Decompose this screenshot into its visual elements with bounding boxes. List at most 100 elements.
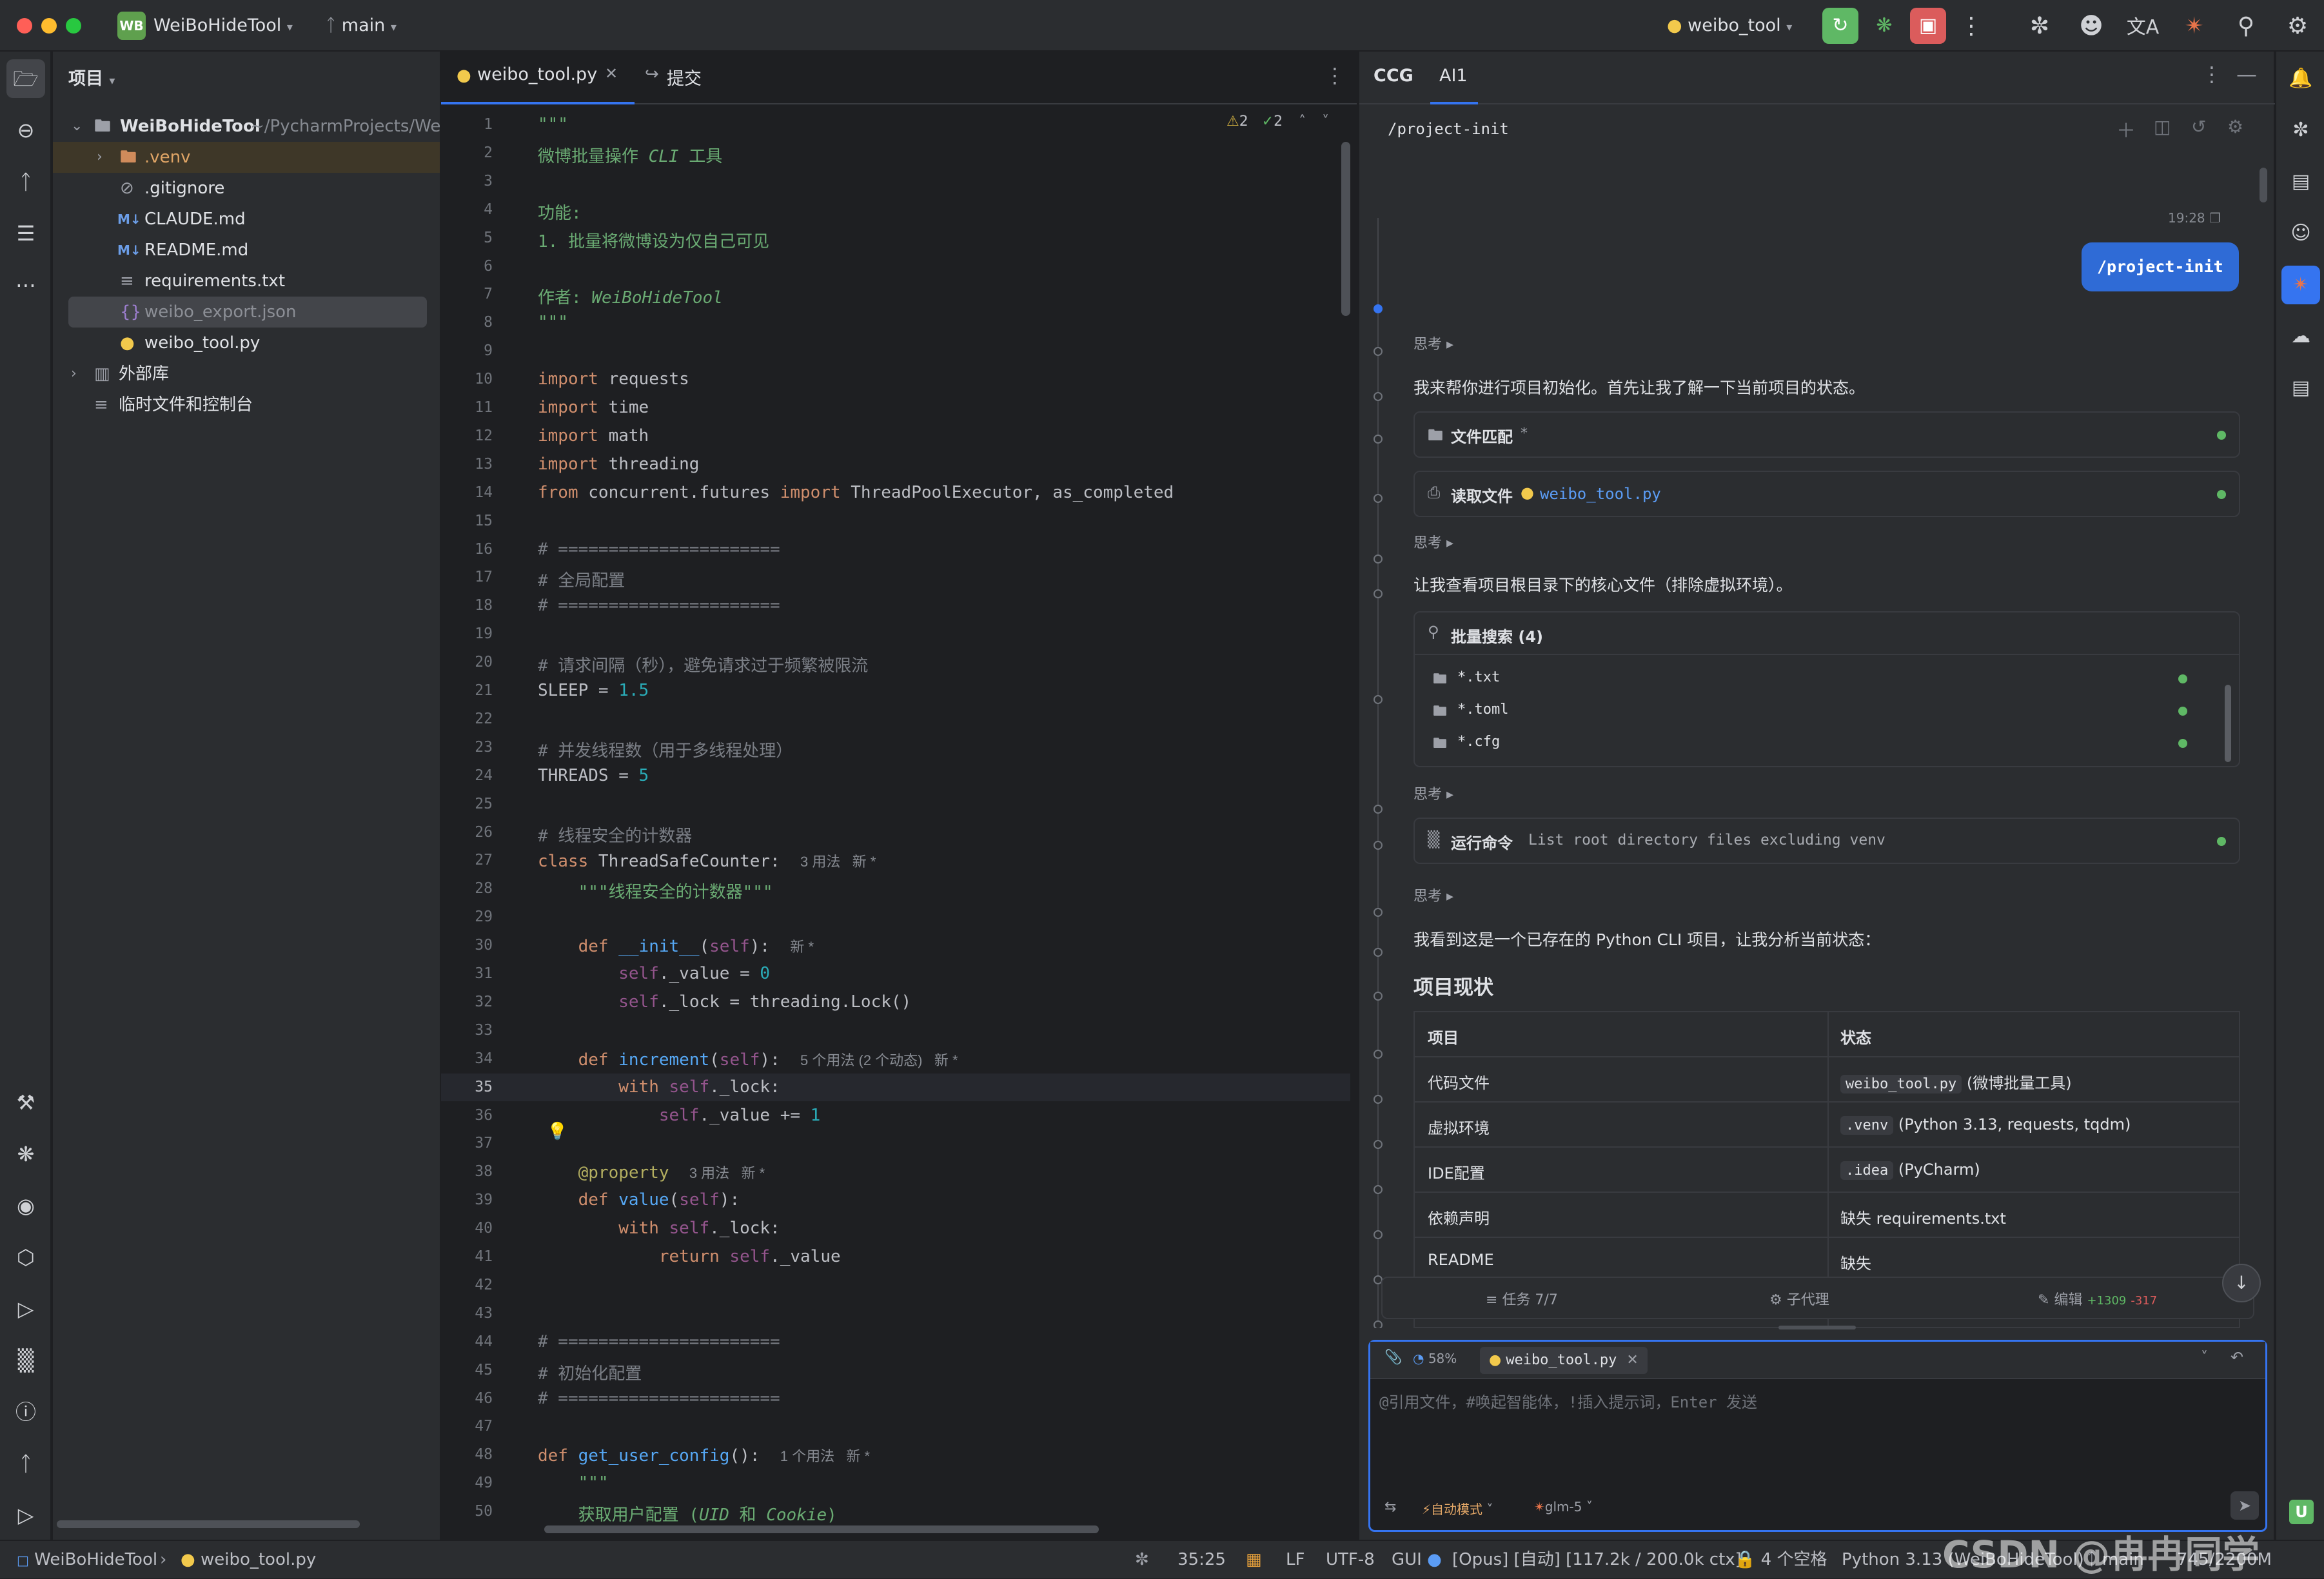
subagent-button[interactable]: ⚙ 子代理 [1769,1288,1829,1309]
tool-card-batch-search[interactable]: ⚲ 批量搜索 (4) 🖿 *.txt 🖿 *.toml 🖿 *.cfg [1413,611,2240,767]
stop-button[interactable]: ▣ [1910,8,1946,44]
tab-weibo-tool[interactable]: ● weibo_tool.py ✕ [441,52,635,104]
search-everywhere-button[interactable]: ⚲ [2229,9,2263,44]
more-tools-button[interactable]: ⋯ [6,266,45,304]
code-area[interactable]: 1 """ 2 微博批量操作 CLI 工具 3 4 功能: 5 1. 批量将微博设为仅自己可见 6… [441,106,1350,1524]
paperclip-icon[interactable]: 📎 [1384,1349,1402,1366]
gui-indicator[interactable]: GUI ● [1392,1541,1442,1578]
think-toggle[interactable]: 思考 ▸ [1413,783,1453,803]
editor-vertical-scrollbar[interactable] [1341,142,1350,316]
send-button[interactable]: ➤ [2230,1491,2259,1520]
ai-status-icon[interactable]: ✼ [1135,1541,1149,1578]
tree-item-external-libs[interactable]: › ▥ 外部库 [53,358,440,389]
run-services-button[interactable]: ▷ [6,1290,45,1328]
tab-commit[interactable]: ↪ 提交 [645,52,742,104]
tree-item-claude-md[interactable]: M↓ CLAUDE.md [53,204,440,235]
more-actions-button[interactable]: ⋮ [1954,9,1989,44]
ai-more-button[interactable]: ⋮ [2201,62,2222,86]
input-options-button[interactable]: ⇆ [1384,1499,1396,1515]
breadcrumb-project[interactable]: □ WeiBoHideTool [17,1541,157,1579]
tool-card-file-match[interactable]: 🖿 文件匹配 * [1413,411,2240,458]
think-toggle[interactable]: 思考 ▸ [1413,885,1453,905]
database-button[interactable]: ▤ [2281,162,2320,201]
cloud-button[interactable]: ☁ [2281,317,2320,356]
indent-setting[interactable]: 🔒 4 个空格 [1735,1541,1827,1578]
project-switcher[interactable]: WeiBoHideTool ▾ [153,0,293,54]
copy-icon[interactable]: ❐ [2209,210,2221,226]
minimize-window-button[interactable] [41,18,57,34]
mode-selector[interactable]: ⚡自动模式 ˅ [1422,1499,1493,1518]
tree-item-weibo-tool[interactable]: ● weibo_tool.py [53,328,440,358]
translate-button[interactable]: 文A [2125,9,2160,44]
ai-assistant-button[interactable]: ✼ [2022,9,2057,44]
rerun-button[interactable]: ↻ [1822,8,1858,44]
caret-position[interactable]: 35:25 [1177,1541,1226,1578]
chevron-down-icon[interactable]: ˅ [2201,1349,2208,1366]
tab-more-button[interactable]: ⋮ [1324,63,1345,88]
split-view-button[interactable]: ◫ [2154,116,2171,137]
tree-root[interactable]: ⌄ 🖿 WeiBoHideTool ~/PycharmProjects/WeiB [53,111,457,142]
history-button[interactable]: ↺ [2191,116,2206,137]
tree-item-gitignore[interactable]: ⊘ .gitignore [53,173,440,204]
tree-item-weibo-export[interactable]: {} weibo_export.json [68,297,427,328]
breadcrumb-file[interactable]: ● weibo_tool.py [181,1541,316,1578]
close-window-button[interactable] [17,18,32,34]
close-tab-icon[interactable]: ✕ [605,64,618,83]
tasks-button[interactable]: ≡ 任务 7/7 [1486,1288,1558,1309]
git-tool-button[interactable]: ᛏ [6,1444,45,1483]
chat-input-field[interactable]: @引用文件，#唤起智能体，!插入提示词，Enter 发送 [1379,1389,2256,1473]
build-tool-button[interactable]: ⚒ [6,1083,45,1122]
editor-horizontal-scrollbar[interactable] [544,1525,1099,1533]
new-chat-button[interactable]: ＋ [2116,115,2136,143]
tool-card-read-file[interactable]: ⎙ 读取文件 ● weibo_tool.py [1413,471,2240,517]
scroll-to-bottom-button[interactable]: ↓ [2222,1264,2261,1302]
commit-tool-button[interactable]: ⊖ [6,111,45,150]
claude-tool-button[interactable]: ✴ [2281,266,2320,304]
structure-tool-button[interactable]: ☰ [6,214,45,253]
tree-item-scratches[interactable]: ≡ 临时文件和控制台 [53,389,440,420]
terminal-tool-button[interactable]: ▒ [6,1341,45,1380]
run-config-selector[interactable]: ● weibo_tool ▾ [1667,0,1792,54]
chat-scrollbar[interactable] [2260,168,2267,202]
copilot-button[interactable]: ☺ [2281,214,2320,253]
services-tool-button[interactable]: ⬡ [6,1238,45,1277]
problems-tool-button[interactable]: ⓘ [6,1393,45,1431]
project-tool-button[interactable]: 🗁 [6,59,45,98]
attached-file-chip[interactable]: ● weibo_tool.py ✕ [1480,1347,1648,1374]
file-link[interactable]: weibo_tool.py [1540,485,1661,503]
resize-handle[interactable] [1778,1326,1856,1329]
python-packages-button[interactable]: ◉ [6,1186,45,1225]
tool-card-run-command[interactable]: ▒ 运行命令 List root directory files excludi… [1413,818,2240,864]
undo-icon[interactable]: ↶ [2230,1348,2243,1366]
lightbulb-icon[interactable]: 💡 [547,1122,567,1141]
docs-button[interactable]: ▤ [2281,369,2320,407]
close-icon[interactable]: ✕ [1626,1352,1638,1368]
pull-requests-button[interactable]: ᛏ [6,162,45,201]
card-scrollbar[interactable] [2225,685,2231,762]
tree-item-readme-md[interactable]: M↓ README.md [53,235,440,266]
add-user-button[interactable]: ☻ [2074,9,2109,44]
claude-button[interactable]: ✴ [2177,9,2212,44]
project-panel-header[interactable]: 项目 ▾ [68,64,115,90]
context-usage-status[interactable]: [Opus] [自动] [117.2k / 200.0k ctx] [1452,1541,1742,1578]
think-toggle[interactable]: 思考 ▸ [1413,531,1453,552]
ai-chat-button[interactable]: ✼ [2281,111,2320,150]
notifications-button[interactable]: 🔔 [2281,59,2320,98]
zoom-window-button[interactable] [66,18,81,34]
debug-button[interactable]: ❋ [1866,8,1902,44]
think-toggle[interactable]: 思考 ▸ [1413,333,1453,353]
settings-button[interactable]: ⚙ [2280,9,2315,44]
branch-switcher[interactable]: ᛏ main ▾ [326,0,397,54]
edits-button[interactable]: ✎ 编辑 +1309 -317 [2038,1288,2157,1309]
tab-ccg[interactable]: CCG [1374,66,1413,86]
tree-item-venv[interactable]: › 🖿 .venv [53,142,440,173]
ai-minimize-button[interactable]: — [2236,62,2257,86]
file-encoding[interactable]: UTF-8 [1326,1541,1375,1578]
debug-tool-button[interactable]: ❋ [6,1135,45,1173]
model-selector[interactable]: ✴glm-5 ˅ [1534,1499,1593,1515]
tree-item-requirements[interactable]: ≡ requirements.txt [53,266,440,297]
tab-ai1[interactable]: AI1 [1430,52,1478,104]
run-tool-button[interactable]: ▷ [6,1496,45,1535]
plugin-badge-icon[interactable]: U [2289,1500,2314,1524]
line-ending[interactable]: LF [1286,1541,1305,1578]
